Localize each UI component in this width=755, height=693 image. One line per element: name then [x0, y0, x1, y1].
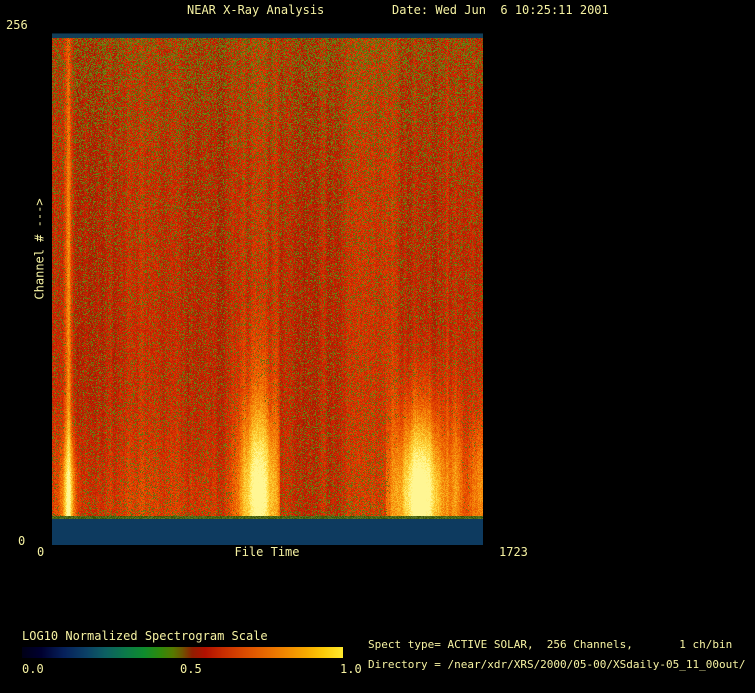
- y-axis-max-tick: 256: [6, 19, 28, 32]
- near-xray-analysis-window: NEAR X-Ray Analysis Date: Wed Jun 6 10:2…: [0, 0, 755, 693]
- footer-directory: Directory = /near/xdr/XRS/2000/05-00/XSd…: [368, 658, 746, 671]
- colorbar-tick-mid: 0.5: [180, 663, 202, 676]
- y-axis-min-tick: 0: [18, 535, 25, 548]
- colorbar-title: LOG10 Normalized Spectrogram Scale: [22, 630, 268, 643]
- footer-spect-type: Spect type= ACTIVE SOLAR, 256 Channels, …: [368, 638, 732, 651]
- page-title: NEAR X-Ray Analysis: [187, 4, 324, 17]
- header-date: Date: Wed Jun 6 10:25:11 2001: [392, 4, 609, 17]
- colorbar-tick-min: 0.0: [22, 663, 44, 676]
- x-axis-min-tick: 0: [37, 546, 44, 559]
- x-axis-label: File Time: [234, 546, 299, 559]
- colorbar-gradient: [22, 647, 343, 658]
- colorbar-tick-max: 1.0: [340, 663, 362, 676]
- x-axis-max-tick: 1723: [499, 546, 528, 559]
- spectrogram-canvas: [52, 33, 483, 545]
- y-axis-label: Channel # --->: [34, 198, 47, 299]
